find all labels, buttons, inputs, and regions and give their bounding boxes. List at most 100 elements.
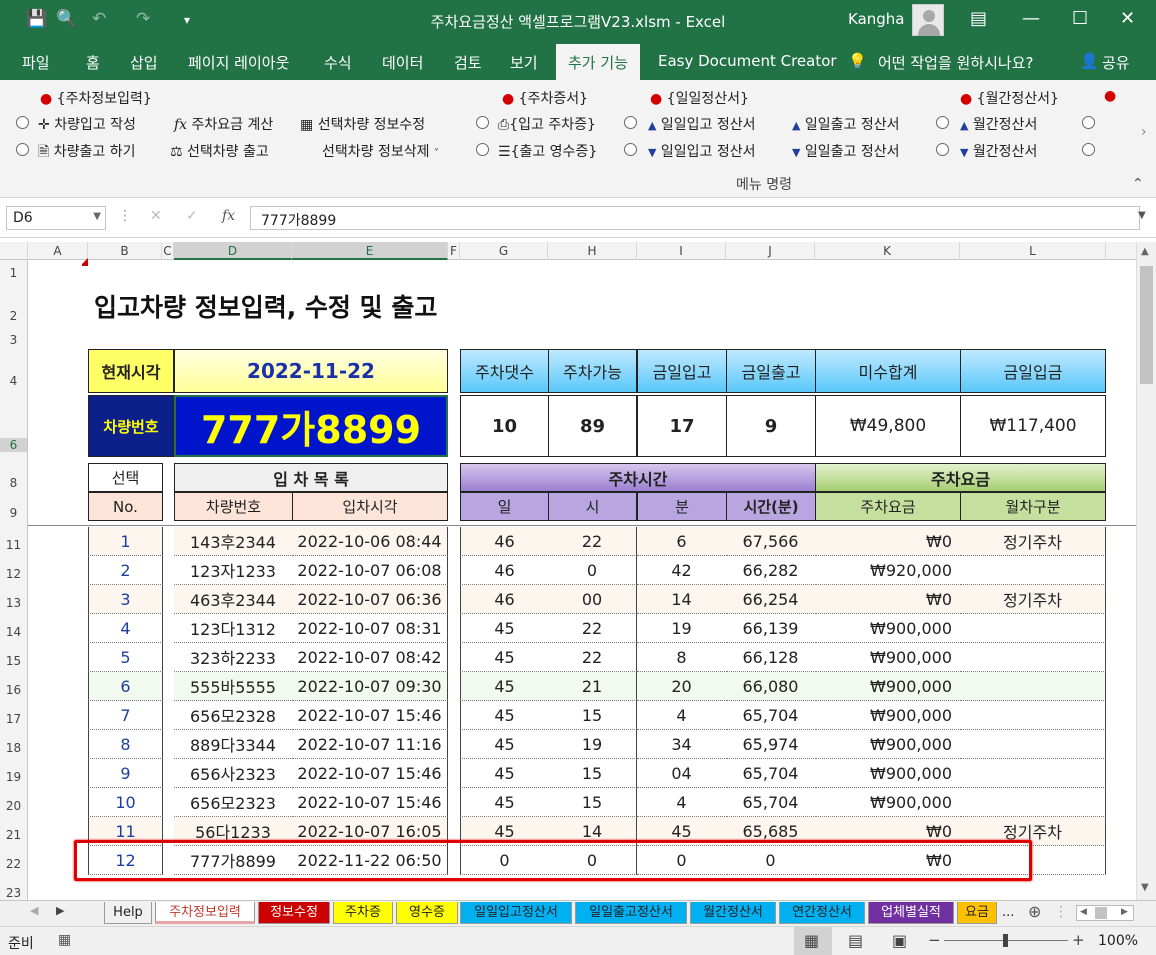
summary-value[interactable]: 17 [637,395,727,457]
row-header[interactable]: 22 [0,857,27,871]
row-total-minutes[interactable]: 66,139 [726,614,816,643]
minimize-icon[interactable]: — [1022,8,1040,29]
row-header[interactable]: 23 [0,886,27,900]
row-total-minutes[interactable]: 65,704 [726,701,816,730]
zoom-level[interactable]: 100% [1098,933,1138,949]
row-no[interactable]: 3 [88,585,163,614]
maximize-icon[interactable]: ☐ [1072,8,1088,29]
row-header[interactable]: 1 [0,266,27,280]
daily-entry-desc-button[interactable]: ▼ 일일입고 정산서 [648,141,756,161]
header-entry-time[interactable]: 입차시각 [292,492,448,521]
summary-value[interactable]: ₩117,400 [960,395,1106,457]
car-entry-button[interactable]: ✛ 차량입고 작성 [38,114,136,134]
row-no[interactable]: 1 [88,527,163,556]
sheet-tab-ticket[interactable]: 주차증 [333,902,393,924]
row-hours[interactable]: 22 [548,643,637,672]
header-monthly-type[interactable]: 월차구분 [960,492,1106,521]
tab-insert[interactable]: 삽입 [130,52,158,73]
row-hours[interactable]: 15 [548,759,637,788]
row-header[interactable]: 3 [0,333,27,347]
header-select[interactable]: 선택 [88,463,163,492]
prev-sheet-icon[interactable]: ◀ [30,904,38,917]
summary-header[interactable]: 금일입금 [960,349,1106,393]
row-header[interactable]: 9 [0,506,27,520]
row-days[interactable]: 45 [460,614,549,643]
scrollbar-thumb[interactable] [1095,907,1107,919]
row-days[interactable]: 46 [460,556,549,585]
row-entry-time[interactable]: 2022-10-07 08:42 [292,643,448,672]
row-minutes[interactable]: 4 [637,788,727,817]
header-parking-time[interactable]: 주차시간 [460,463,816,492]
row-car-number[interactable]: 656모2323 [174,788,293,817]
normal-view-icon[interactable]: ▦ [804,931,819,950]
column-header[interactable]: A [28,242,88,260]
selected-exit-button[interactable]: ⚖ 선택차량 출고 [170,141,269,161]
now-value-cell[interactable]: 2022-11-22 [174,349,448,393]
cancel-icon[interactable]: ✕ [150,208,162,224]
column-header[interactable]: G [460,242,548,260]
macro-record-icon[interactable]: ▦ [58,932,71,948]
header-parking-fee[interactable]: 주차요금 [815,492,961,521]
sheet-tab-daily-exit[interactable]: 일일출고정산서 [575,902,687,924]
summary-value[interactable]: 89 [548,395,637,457]
row-car-number[interactable]: 656모2328 [174,701,293,730]
row-total-minutes[interactable]: 65,704 [726,759,816,788]
sheet-tab-fee[interactable]: 요금 [957,902,997,924]
row-fee[interactable]: ₩0 [815,585,961,614]
next-sheet-icon[interactable]: ▶ [56,904,64,917]
row-header[interactable]: 13 [0,596,27,610]
expand-formula-bar-icon[interactable]: ▼ [1138,210,1146,221]
row-car-number[interactable]: 323하2233 [174,643,293,672]
row-days[interactable]: 45 [460,672,549,701]
user-name[interactable]: Kangha [848,10,905,28]
avatar[interactable] [912,4,944,36]
row-hours[interactable]: 0 [548,556,637,585]
summary-value[interactable]: 9 [726,395,816,457]
row-total-minutes[interactable]: 66,282 [726,556,816,585]
row-entry-time[interactable]: 2022-10-07 15:46 [292,701,448,730]
row-minutes[interactable]: 42 [637,556,727,585]
zoom-in-icon[interactable]: + [1072,931,1085,949]
summary-header[interactable]: 주차댓수 [460,349,549,393]
row-monthly-type[interactable] [960,759,1106,788]
header-hour[interactable]: 시 [548,492,637,521]
row-entry-time[interactable]: 2022-10-07 06:36 [292,585,448,614]
radio-option[interactable] [16,116,29,129]
radio-option[interactable] [936,116,949,129]
row-minutes[interactable]: 6 [637,527,727,556]
row-entry-time[interactable]: 2022-10-07 06:08 [292,556,448,585]
tab-file[interactable]: 파일 [22,52,50,73]
row-entry-time[interactable]: 2022-10-07 08:31 [292,614,448,643]
edit-selected-button[interactable]: ▦ 선택차량 정보수정 [300,114,425,134]
row-total-minutes[interactable]: 66,254 [726,585,816,614]
tab-data[interactable]: 데이터 [382,52,423,73]
tell-me-search[interactable]: 어떤 작업을 원하시나요? [878,52,1034,73]
formula-input[interactable]: 777가8899 [250,206,1140,230]
insert-function-icon[interactable]: fx [222,208,235,224]
row-fee[interactable]: ₩900,000 [815,701,961,730]
page-break-icon[interactable]: ▣ [892,931,907,950]
scroll-right-icon[interactable]: ▶ [1121,907,1128,917]
tab-easy-document-creator[interactable]: Easy Document Creator [658,52,837,70]
row-header[interactable]: 11 [0,538,27,552]
row-days[interactable]: 46 [460,527,549,556]
row-car-number[interactable]: 463후2344 [174,585,293,614]
row-days[interactable]: 45 [460,730,549,759]
row-header[interactable]: 2 [0,309,27,323]
row-hours[interactable]: 00 [548,585,637,614]
row-days[interactable]: 46 [460,585,549,614]
header-entry-list[interactable]: 입 차 목 록 [174,463,448,492]
radio-option[interactable] [624,143,637,156]
row-header[interactable]: 20 [0,799,27,813]
now-label-cell[interactable]: 현재시각 [88,349,174,393]
row-hours[interactable]: 15 [548,701,637,730]
column-header[interactable]: B [88,242,162,260]
calc-fee-button[interactable]: fx 주차요금 계산 [174,114,273,134]
row-header[interactable]: 6 [0,438,27,452]
row-minutes[interactable]: 4 [637,701,727,730]
row-entry-time[interactable]: 2022-10-07 11:16 [292,730,448,759]
row-header[interactable]: 19 [0,770,27,784]
page-layout-icon[interactable]: ▤ [848,931,863,950]
radio-option[interactable] [624,116,637,129]
tab-formulas[interactable]: 수식 [324,52,352,73]
